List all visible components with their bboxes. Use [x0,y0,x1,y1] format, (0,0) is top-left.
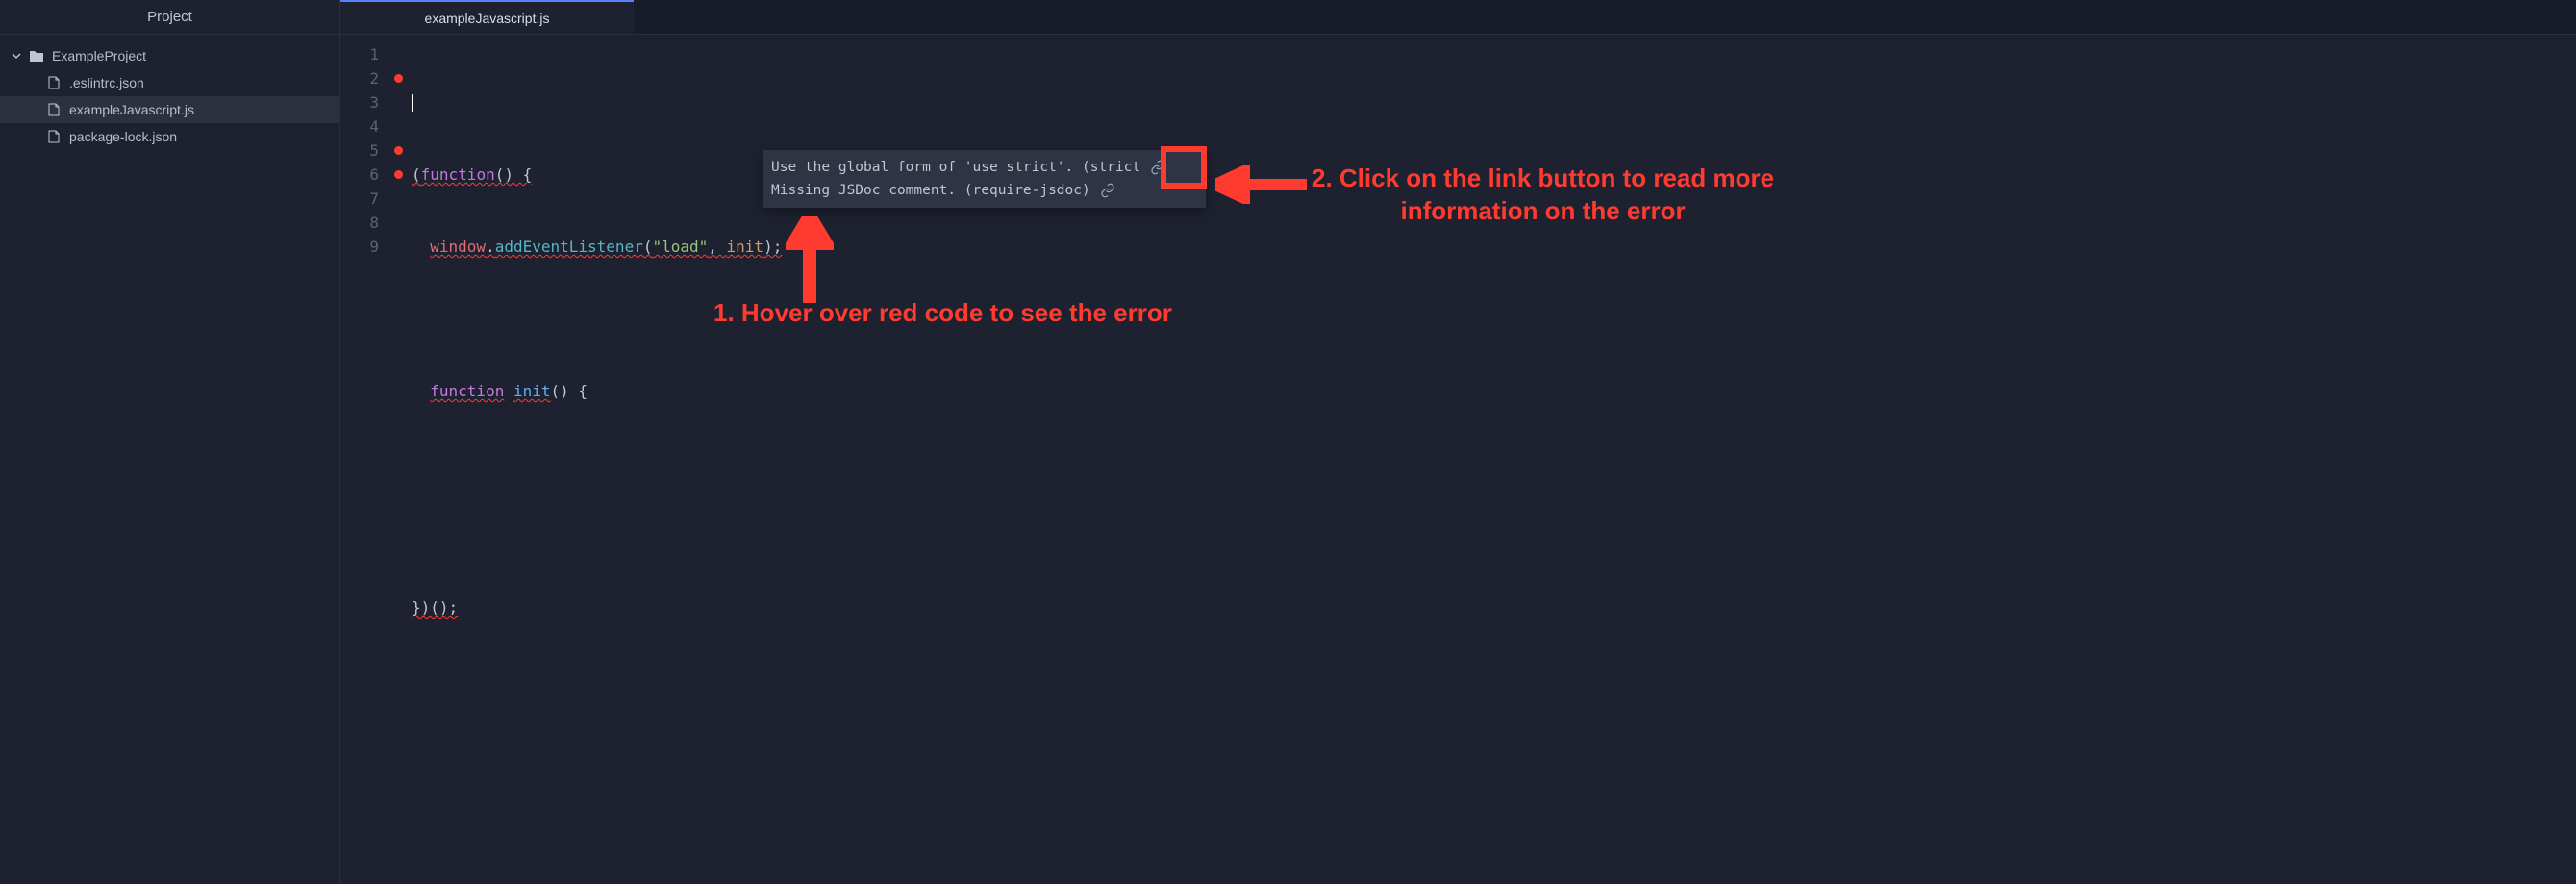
annotation-line: 2. Click on the link button to read more [1312,164,1774,192]
annotation-highlight-box [1161,146,1207,189]
code-token: ); [763,235,782,259]
line-number: 7 [340,187,379,211]
tooltip-message: Missing JSDoc comment. (require-jsdoc) [771,183,1090,198]
line-number: 9 [340,235,379,259]
code-token [412,235,430,259]
error-marker-icon[interactable] [394,74,403,83]
line-number: 3 [340,90,379,114]
tooltip-message: Use the global form of 'use strict'. (st… [771,160,1140,175]
annotation-arrow-up [786,216,834,306]
line-number: 6 [340,163,379,187]
code-token: init [727,235,764,259]
line-gutter: 1 2 3 4 5 6 7 8 9 [340,35,390,884]
project-sidebar: Project ExampleProject .eslintrc.json [0,0,340,884]
file-label: .eslintrc.json [69,75,144,90]
file-icon [46,130,62,143]
code-token: () { [495,163,533,187]
file-icon [46,103,62,116]
text-cursor [412,94,413,112]
sidebar-header: Project [0,0,339,35]
line-number: 8 [340,211,379,235]
editor-pane: exampleJavascript.js 1 2 3 4 5 6 7 8 9 [340,0,2576,884]
code-token: . [486,235,495,259]
code-token: init [513,379,551,403]
line-number: 5 [340,139,379,163]
error-tooltip: Use the global form of 'use strict'. (st… [763,150,1206,208]
tree-file-examplejs[interactable]: exampleJavascript.js [0,96,339,123]
code-token: "load" [652,235,708,259]
annotation-arrow-left [1215,165,1307,207]
line-number: 2 [340,66,379,90]
code-token: , [708,235,726,259]
chevron-down-icon [12,51,21,61]
code-token: function [430,379,504,403]
tab-examplejs[interactable]: exampleJavascript.js [340,0,634,34]
code-content[interactable]: (function() { window.addEventListener("l… [406,35,782,884]
code-token: })(); [412,595,458,619]
code-token: window [430,235,486,259]
code-token: addEventListener [495,235,643,259]
error-marker-gutter [390,35,406,884]
folder-icon [29,49,44,63]
error-marker-icon[interactable] [394,146,403,155]
tabbar: exampleJavascript.js [340,0,2576,35]
code-token: () { [551,379,588,403]
file-label: exampleJavascript.js [69,102,194,117]
annotation-text-step2: 2. Click on the link button to read more… [1312,162,1774,227]
tree-folder-root[interactable]: ExampleProject [0,42,339,69]
annotation-line: information on the error [1400,196,1685,225]
file-label: package-lock.json [69,129,177,144]
annotation-text-step1: 1. Hover over red code to see the error [713,298,1172,328]
file-tree: ExampleProject .eslintrc.json exampleJav… [0,35,339,150]
file-icon [46,76,62,89]
code-token: function [421,163,495,187]
tooltip-row: Use the global form of 'use strict'. (st… [771,156,1198,179]
line-number: 4 [340,114,379,139]
code-token [504,379,513,403]
line-number: 1 [340,42,379,66]
tree-file-eslintrc[interactable]: .eslintrc.json [0,69,339,96]
tab-label: exampleJavascript.js [425,11,550,26]
code-token: ( [412,163,421,187]
tooltip-row: Missing JSDoc comment. (require-jsdoc) [771,179,1198,202]
code-token [412,379,430,403]
tree-file-packagelock[interactable]: package-lock.json [0,123,339,150]
error-marker-icon[interactable] [394,170,403,179]
link-icon[interactable] [1100,183,1115,198]
folder-label: ExampleProject [52,48,146,63]
code-token: ( [643,235,653,259]
